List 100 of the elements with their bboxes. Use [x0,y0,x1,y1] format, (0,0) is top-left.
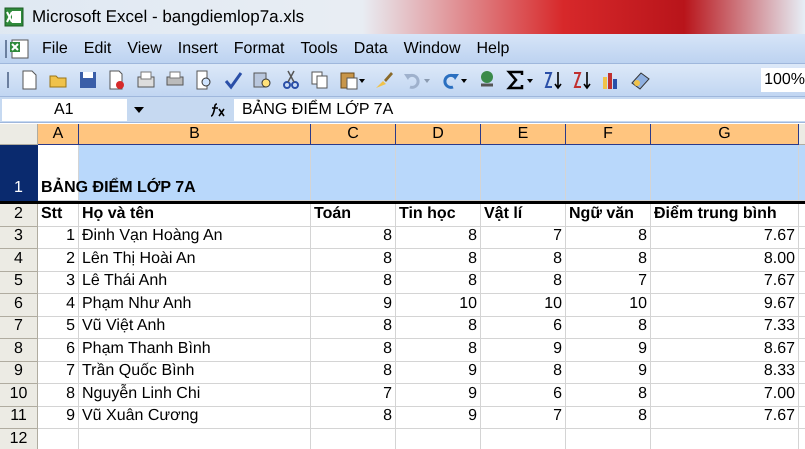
table-cell-text: 6 [553,384,562,404]
row-header[interactable]: 4 [0,249,38,272]
table-cell-text: Vũ Xuân Cương [82,406,198,426]
table-cell-text: Phạm Như Anh [82,294,192,314]
table-cell-text: 8 [383,316,392,336]
table-cell-text: 3 [66,271,75,291]
column-header[interactable]: E [481,124,566,145]
row-header[interactable]: 9 [0,362,38,384]
table-cell-text: 8 [66,384,75,404]
sort-ascending-icon[interactable] [542,69,564,91]
row-header[interactable]: 11 [0,406,38,429]
table-cell-text: 9.67 [764,294,795,314]
table-cell-text: 8 [553,271,562,291]
table-cell-text: 8 [638,248,647,268]
menu-item[interactable]: Tools [292,34,346,62]
column-title: Toán [314,204,352,224]
column-header[interactable]: A [38,124,79,145]
table-cell-text: 9 [553,338,562,358]
column-title: Ngữ văn [569,204,634,224]
table-cell-text: 8 [383,361,392,381]
table-cell-text: 7 [638,271,647,291]
row-header[interactable]: 3 [0,226,38,249]
spreadsheet-icon [4,7,24,27]
menu-item[interactable]: File [34,34,76,62]
table-cell-text: 10 [629,294,647,314]
table-cell-text: 8 [638,316,647,336]
menu-item[interactable]: Window [396,34,468,62]
column-title: Tin học [399,204,456,224]
dropdown-arrow-icon[interactable] [134,106,144,112]
table-cell-text: 7.00 [764,384,795,404]
menu-item[interactable]: Edit [76,34,120,62]
row-header[interactable]: 10 [0,384,38,406]
table-cell-text: 9 [468,361,477,381]
row-header[interactable]: 6 [0,294,38,316]
column-header[interactable]: F [566,124,651,145]
row-header[interactable]: 5 [0,272,38,294]
menu-item[interactable]: Data [346,34,396,62]
row-header[interactable]: 8 [0,339,38,362]
table-cell-text: 8.33 [764,361,795,381]
table-cell-text: 8 [383,406,392,426]
table-cell-text: 8 [638,226,647,246]
spelling-icon[interactable] [222,69,244,91]
table-cell-text: 8 [468,316,477,336]
table-cell-text: Lên Thị Hoài An [82,248,196,268]
table-cell-text: Đinh Vạn Hoàng An [82,226,223,246]
table-cell-text: Vũ Việt Anh [82,316,166,336]
function-icon[interactable] [210,102,226,116]
column-title: Vật lí [484,204,522,224]
table-cell-text: 7 [553,226,562,246]
table-cell-text: 7.67 [764,226,795,246]
sum-icon[interactable] [505,69,535,91]
table-cell-text: 9 [468,406,477,426]
table-cell-text: 8 [383,271,392,291]
column-header[interactable]: G [651,124,799,145]
row-header[interactable]: 2 [0,204,38,226]
column-header[interactable]: B [79,124,311,145]
table-cell-text: Lê Thái Anh [82,271,168,291]
table-cell-text: 9 [638,361,647,381]
table-cell-text: 8 [383,226,392,246]
table-cell-text: 2 [66,248,75,268]
row-header[interactable]: 7 [0,316,38,339]
table-cell-text: 8 [638,384,647,404]
column-title: Điểm trung bình [654,204,777,224]
zoom-field[interactable]: 100% [761,68,805,92]
table-cell-text: 9 [468,384,477,404]
table-cell-text: 8 [468,248,477,268]
save-icon[interactable] [77,69,99,91]
table-cell-text: 7 [66,361,75,381]
table-cell-text: 8 [638,406,647,426]
menu-item[interactable]: View [119,34,170,62]
name-box[interactable]: A1 [2,98,127,120]
menu-item[interactable]: Format [226,34,292,62]
table-cell-text: 8 [553,361,562,381]
table-cell-text: 7.67 [764,271,795,291]
table-cell-text: 8 [383,338,392,358]
grip-icon [4,69,12,91]
column-header[interactable]: D [396,124,481,145]
table-cell-text: 10 [544,294,562,314]
table-cell-text: 8.00 [764,248,795,268]
column-title: Stt [41,204,62,224]
column-header[interactable]: C [311,124,396,145]
table-cell-text: 8 [468,271,477,291]
menu-item[interactable]: Insert [170,34,226,62]
table-cell-text: 8.67 [764,338,795,358]
table-cell-text: 7.33 [764,316,795,336]
table-cell-text: 8 [553,248,562,268]
sheet-title: BẢNG ĐIỂM LỚP 7A [41,176,196,198]
table-cell-text: 1 [66,226,75,246]
table-cell-text: 6 [66,338,75,358]
row-header[interactable]: 1 [0,145,38,201]
cut-icon[interactable] [280,69,302,91]
table-cell-text: 8 [383,248,392,268]
table-cell-text: 9 [66,406,75,426]
menu-item[interactable]: Help [468,34,518,62]
sort-descending-icon[interactable] [571,69,593,91]
row-header[interactable]: 12 [0,429,38,449]
formula-field[interactable]: BẢNG ĐIỂM LỚP 7A [234,98,805,120]
table-cell-text: 10 [459,294,477,314]
table-cell-text: Phạm Thanh Bình [82,338,211,358]
table-cell-text: 9 [383,294,392,314]
